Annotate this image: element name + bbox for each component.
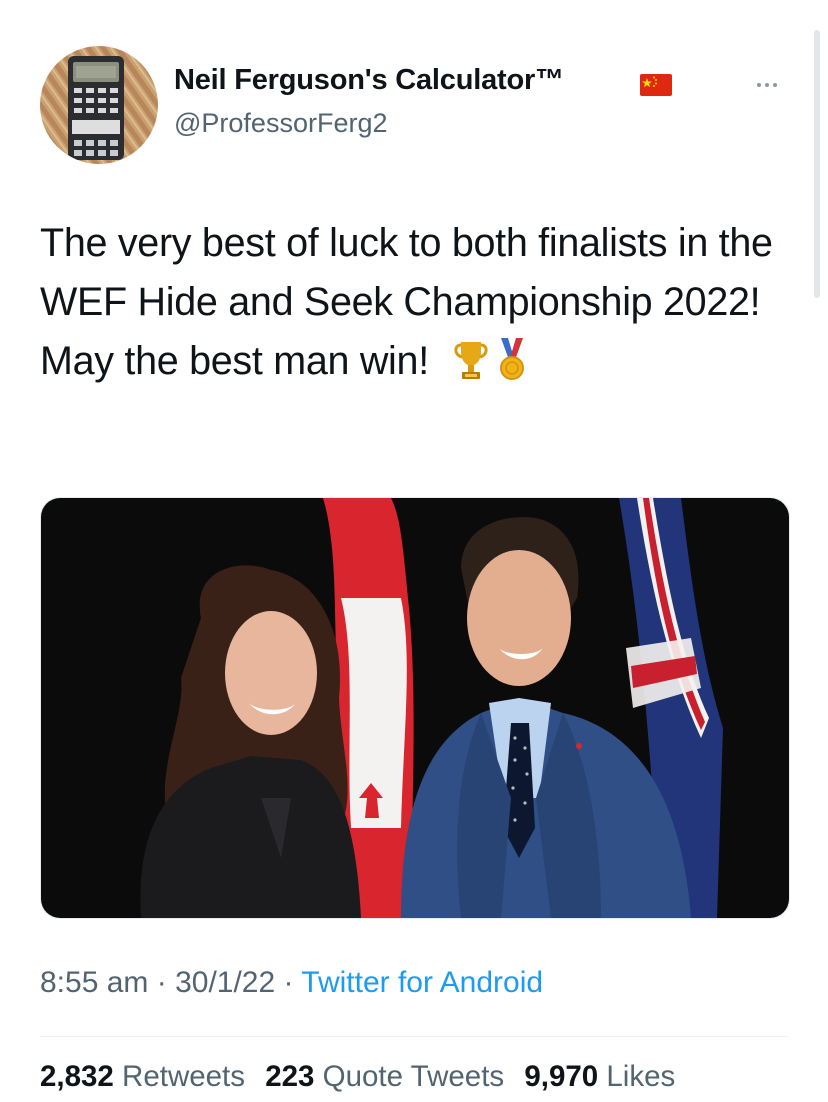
tweet-body: The very best of luck to both finalists …	[40, 221, 773, 383]
avatar[interactable]	[40, 46, 158, 164]
more-dot-icon	[765, 83, 769, 87]
separator: ·	[148, 966, 176, 999]
tweet-stats: 2,832 Retweets 223 Quote Tweets 9,970 Li…	[40, 1060, 687, 1094]
divider	[40, 1036, 788, 1037]
tweet-metadata: 8:55 am · 30/1/22 · Twitter for Android	[40, 966, 543, 1000]
tweet-time[interactable]: 8:55 am	[40, 966, 148, 999]
tweet-text: The very best of luck to both finalists …	[40, 214, 780, 399]
user-handle[interactable]: @ProfessorFerg2	[174, 108, 387, 139]
medal-icon	[497, 336, 527, 399]
likes-stat[interactable]: 9,970 Likes	[524, 1060, 675, 1093]
trophy-icon	[451, 338, 491, 399]
quote-tweets-count: 223	[265, 1060, 315, 1093]
scrollbar[interactable]	[814, 30, 820, 298]
china-flag-icon	[640, 74, 672, 96]
more-options-button[interactable]	[748, 70, 786, 100]
quote-tweets-stat[interactable]: 223 Quote Tweets	[265, 1060, 504, 1093]
calculator-icon	[40, 46, 158, 164]
retweets-count: 2,832	[40, 1060, 114, 1093]
retweets-label: Retweets	[122, 1060, 246, 1093]
likes-count: 9,970	[524, 1060, 599, 1093]
quote-tweets-label: Quote Tweets	[322, 1060, 505, 1093]
display-name[interactable]: Neil Ferguson's Calculator™	[174, 64, 564, 97]
likes-label: Likes	[606, 1060, 676, 1093]
separator: ·	[275, 966, 302, 999]
retweets-stat[interactable]: 2,832 Retweets	[40, 1060, 245, 1093]
tweet-date[interactable]: 30/1/22	[175, 966, 275, 999]
photo-two-people-flags	[41, 498, 789, 918]
tweet-source-link[interactable]: Twitter for Android	[301, 966, 543, 999]
more-dot-icon	[773, 83, 777, 87]
more-dot-icon	[757, 83, 761, 87]
tweet-image[interactable]	[40, 497, 790, 919]
